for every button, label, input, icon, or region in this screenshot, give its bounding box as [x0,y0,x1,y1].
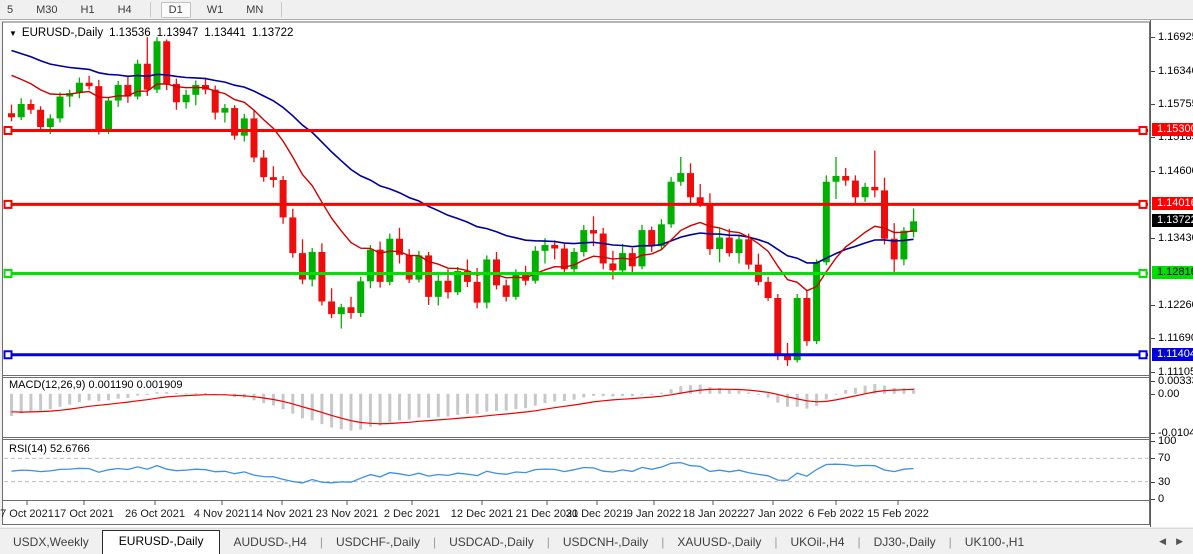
axis-tick [1151,71,1155,72]
candlesticks [8,37,917,366]
tab-scroll-right-icon[interactable]: ▶ [1176,536,1183,547]
price-tick: 1.11690 [1158,332,1193,344]
toolbar-separator [150,2,151,17]
axis-tick [1151,394,1155,395]
axis-tick [1151,499,1155,500]
axis-tick [1151,37,1155,38]
timeframe-button-mn[interactable]: MN [239,3,270,17]
rsi-indicator-label: RSI(14) 52.6766 [9,443,90,455]
axis-tick [1151,171,1155,172]
date-label: 2 Dec 2021 [384,508,440,520]
price-tick: 1.12260 [1158,299,1193,311]
price-tick: 1.14600 [1158,165,1193,177]
date-label: 14 Nov 2021 [251,508,313,520]
chart-plot[interactable] [2,20,1150,527]
tab-usdcnh-daily[interactable]: USDCNH-,Daily [550,532,661,554]
timeframe-button-h1[interactable]: H1 [74,3,102,17]
date-label: 17 Oct 2021 [54,508,114,520]
chart-window: ▼ EURUSD-,Daily 1.13536 1.13947 1.13441 1.137… [2,20,1150,527]
price-badge: 1.15300 [1152,123,1193,136]
price-axis: 1.169251.163401.157551.151851.146001.134… [1150,20,1193,527]
price-badge: 1.12816 [1152,266,1193,279]
ohlc-low: 1.13441 [204,27,246,39]
date-label: 27 Jan 2022 [743,508,804,520]
axis-tick [1151,372,1155,373]
timeframe-button-m30[interactable]: M30 [29,3,64,17]
axis-tick [1151,381,1155,382]
tab-usdcad-daily[interactable]: USDCAD-,Daily [436,532,547,554]
axis-tick [1151,305,1155,306]
tab-ukoil-h4[interactable]: UKOil-,H4 [778,532,858,554]
price-badge: 1.11404 [1152,348,1193,361]
price-tick: 1.13430 [1158,232,1193,244]
timeframe-button-w1[interactable]: W1 [200,3,231,17]
axis-tick [1151,441,1155,442]
ohlc-open: 1.13536 [109,27,151,39]
chart-title: ▼ EURUSD-,Daily 1.13536 1.13947 1.13441 1.137… [9,27,293,39]
date-label: 12 Dec 2021 [451,508,513,520]
date-label: 26 Oct 2021 [125,508,185,520]
tab-audusd-h4[interactable]: AUDUSD-,H4 [220,532,319,554]
chart-symbol-label: EURUSD-,Daily [22,27,103,39]
tab-uk100-h1[interactable]: UK100-,H1 [952,532,1037,554]
axis-tick [1151,458,1155,459]
date-label: 23 Nov 2021 [316,508,378,520]
tab-dj30-daily[interactable]: DJ30-,Daily [861,532,949,554]
tab-scroll-nav: ◀▶ [1159,536,1193,554]
date-label: 15 Feb 2022 [867,508,929,520]
toolbar-separator [281,2,282,17]
date-label: 30 Dec 2021 [566,508,628,520]
trading-terminal: 5 M30 H1 H4 D1 W1 MN ▼ EURUSD-,Daily 1.13536 1.13… [0,0,1193,553]
macd-values: 0.001190 0.001909 [88,379,182,391]
axis-tick [1151,482,1155,483]
price-tick: 1.15755 [1158,98,1193,110]
date-label: 18 Jan 2022 [683,508,744,520]
horizontal-level-lines [4,127,1148,358]
macd-name: MACD(12,26,9) [9,379,85,391]
axis-tick [1151,137,1155,138]
rsi-axis-tick: 70 [1158,452,1170,464]
timeframe-button-h4[interactable]: H4 [111,3,139,17]
date-label: 4 Nov 2021 [194,508,250,520]
axis-tick [1151,433,1155,434]
rsi-axis-tick: 100 [1158,435,1176,447]
rsi-axis-tick: 30 [1158,476,1170,488]
timeframe-toolbar: 5 M30 H1 H4 D1 W1 MN [0,0,1193,20]
rsi-line [12,463,914,483]
macd-indicator-label: MACD(12,26,9) 0.001190 0.001909 [9,379,182,391]
symbol-dropdown-icon[interactable]: ▼ [9,29,17,38]
tab-usdchf-daily[interactable]: USDCHF-,Daily [323,532,433,554]
macd-histogram [10,384,915,431]
macd-axis-tick: 0.00 [1158,388,1179,400]
axis-tick [1151,238,1155,239]
price-tick: 1.16925 [1158,31,1193,43]
chart-tabs-bar: USDX,WeeklyEURUSD-,DailyAUDUSD-,H4|USDCH… [0,528,1193,554]
price-badge: 1.14016 [1152,197,1193,210]
ohlc-close: 1.13722 [252,27,294,39]
axis-tick [1151,338,1155,339]
date-label: 6 Feb 2022 [808,508,864,520]
tab-usdx-weekly[interactable]: USDX,Weekly [0,532,102,554]
macd-axis-tick: 0.003331 [1158,375,1193,387]
timeframe-button-5[interactable]: 5 [0,3,20,17]
axis-tick [1151,104,1155,105]
ohlc-high: 1.13947 [157,27,199,39]
tab-xauusd-daily[interactable]: XAUUSD-,Daily [664,532,774,554]
timeframe-button-d1[interactable]: D1 [161,2,191,18]
rsi-value: 52.6766 [50,443,90,455]
rsi-axis-tick: 0 [1158,493,1164,505]
date-label: 9 Jan 2022 [627,508,681,520]
tab-scroll-left-icon[interactable]: ◀ [1159,536,1166,547]
price-badge: 1.13722 [1152,214,1193,227]
price-tick: 1.16340 [1158,65,1193,77]
ma-fast-line [12,75,914,290]
tab-eurusd-daily[interactable]: EURUSD-,Daily [102,530,221,554]
rsi-name: RSI(14) [9,443,47,455]
date-label: 7 Oct 2021 [0,508,54,520]
